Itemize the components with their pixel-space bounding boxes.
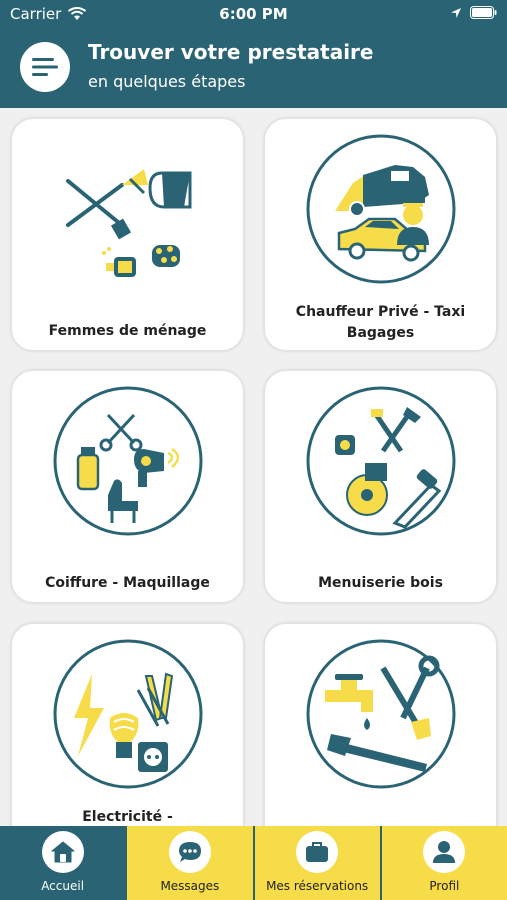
tab-icon-wrap <box>296 831 339 873</box>
menu-icon <box>32 58 58 76</box>
app-header: Carrier 6:00 PM Trouver votre prestatair… <box>0 0 507 108</box>
tab-label: Mes réservations <box>266 879 369 893</box>
status-right <box>450 6 497 19</box>
category-card-electricity[interactable]: Electricité - <box>11 623 244 826</box>
clock: 6:00 PM <box>219 5 288 23</box>
driver-taxi-icon <box>306 134 456 284</box>
category-label: Menuiserie bois <box>318 575 443 591</box>
tab-icon-wrap <box>423 831 466 873</box>
hairdressing-icon <box>53 386 203 536</box>
cleaning-tools-icon <box>66 169 192 277</box>
category-label: Coiffure - Maquillage <box>45 575 210 591</box>
tab-reservations[interactable]: Mes réservations <box>254 826 382 900</box>
menu-button[interactable] <box>20 42 70 92</box>
page-title: Trouver votre prestataire <box>88 40 374 64</box>
category-label: Chauffeur Privé - Taxi Bagages <box>295 304 466 341</box>
electricity-icon <box>53 639 203 789</box>
category-label: Electricité - <box>82 809 173 825</box>
user-icon <box>433 841 456 863</box>
category-grid: Femmes de ménage Chauffeur Privé - Taxi … <box>0 108 507 826</box>
plumbing-icon <box>306 639 456 789</box>
category-label: Femmes de ménage <box>48 323 207 339</box>
location-arrow-icon <box>451 7 461 18</box>
tab-bar: Accueil Messages Mes réservations Profil <box>0 826 507 900</box>
tab-label: Messages <box>160 879 220 893</box>
category-card-plumbing[interactable] <box>264 623 497 826</box>
status-bar: Carrier 6:00 PM <box>0 0 507 30</box>
tab-label: Profil <box>429 879 460 893</box>
chat-icon <box>178 842 201 862</box>
category-card-driver[interactable]: Chauffeur Privé - Taxi Bagages <box>264 118 497 351</box>
tab-profil[interactable]: Profil <box>381 826 507 900</box>
tab-messages[interactable]: Messages <box>127 826 255 900</box>
battery-icon <box>470 6 497 19</box>
tab-label: Accueil <box>41 879 85 893</box>
tab-icon-wrap <box>168 831 211 873</box>
category-card-cleaning[interactable]: Femmes de ménage <box>11 118 244 351</box>
category-card-carpentry[interactable]: Menuiserie bois <box>264 370 497 603</box>
tab-accueil[interactable]: Accueil <box>0 826 128 900</box>
tab-icon-wrap <box>41 831 84 873</box>
carpentry-tools-icon <box>306 386 456 536</box>
category-card-hair[interactable]: Coiffure - Maquillage <box>11 370 244 603</box>
briefcase-icon <box>306 842 329 862</box>
home-icon <box>51 841 75 863</box>
page-subtitle: en quelques étapes <box>88 72 246 91</box>
